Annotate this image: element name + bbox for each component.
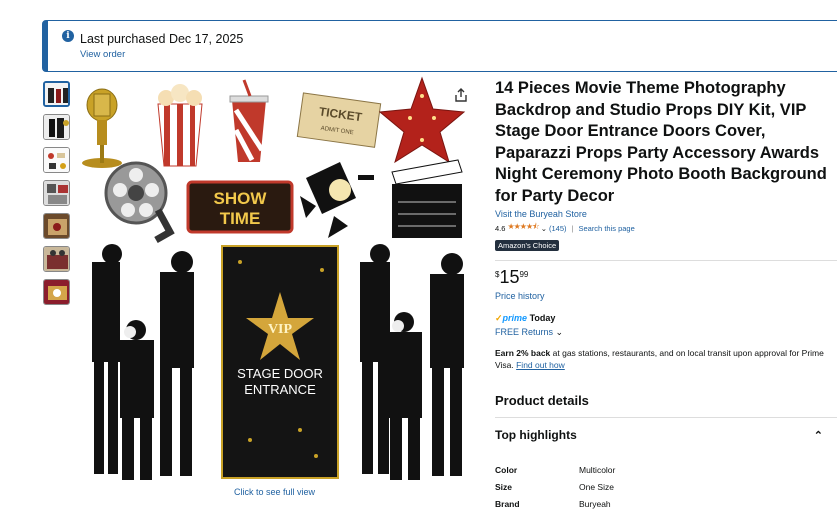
thumbnail-list bbox=[43, 81, 70, 312]
view-order-link[interactable]: View order bbox=[80, 49, 125, 60]
paparazzi-silhouettes-left bbox=[92, 244, 194, 480]
divider bbox=[495, 260, 837, 261]
paparazzi-silhouettes-right bbox=[360, 244, 464, 480]
spec-row: Size One Size bbox=[495, 482, 614, 492]
ticket-image: TICKET ADMIT ONE bbox=[296, 92, 382, 148]
stage-door-image: VIP STAGE DOOR ENTRANCE bbox=[221, 245, 339, 479]
rating-row: 4.6 ★★★★⯪ ⌄ (145) | Search this page bbox=[495, 221, 837, 235]
svg-text:STAGE DOOR: STAGE DOOR bbox=[237, 366, 323, 381]
prime-logo: prime bbox=[502, 313, 528, 323]
chevron-down-icon[interactable]: ⌄ bbox=[541, 224, 547, 233]
thumbnail[interactable] bbox=[43, 246, 70, 272]
spec-row: Color Multicolor bbox=[495, 465, 616, 475]
info-icon: i bbox=[62, 30, 74, 42]
clapperboard-image bbox=[391, 159, 463, 238]
product-details-heading: Product details bbox=[495, 393, 589, 408]
amazons-choice-badge: Amazon's Choice bbox=[495, 240, 560, 251]
spec-row: Brand Buryeah bbox=[495, 499, 611, 509]
last-purchased-text: Last purchased Dec 17, 2025 bbox=[80, 32, 244, 46]
chevron-down-icon: ⌄ bbox=[555, 327, 564, 337]
thumbnail[interactable] bbox=[43, 81, 70, 107]
star-image bbox=[378, 76, 466, 164]
top-highlights-toggle[interactable]: Top highlights ⌃ bbox=[495, 428, 837, 442]
popcorn-image bbox=[157, 84, 203, 167]
prime-day: Today bbox=[529, 313, 556, 323]
prime-visa-offer: Earn 2% back at gas stations, restaurant… bbox=[495, 348, 824, 370]
product-info-panel: 14 Pieces Movie Theme Photography Backdr… bbox=[495, 78, 837, 516]
spotlight-image bbox=[300, 162, 374, 238]
price: $1599 bbox=[495, 267, 529, 287]
product-title: 14 Pieces Movie Theme Photography Backdr… bbox=[495, 79, 827, 205]
rating-count-link[interactable]: (145) bbox=[549, 224, 567, 233]
thumbnail[interactable] bbox=[43, 279, 70, 305]
svg-text:SHOW: SHOW bbox=[214, 189, 268, 208]
thumbnail[interactable] bbox=[43, 213, 70, 239]
rating-stars-icon[interactable]: ★★★★⯪ bbox=[507, 221, 539, 235]
price-history-link[interactable]: Price history bbox=[495, 291, 837, 301]
svg-text:TIME: TIME bbox=[220, 209, 261, 228]
thumbnail[interactable] bbox=[43, 180, 70, 206]
prime-delivery: ✓prime Today bbox=[495, 313, 837, 324]
thumbnail[interactable] bbox=[43, 114, 70, 140]
full-view-link[interactable]: Click to see full view bbox=[234, 487, 315, 497]
show-time-sign-image: SHOW TIME bbox=[186, 180, 294, 234]
purchase-banner: i Last purchased Dec 17, 2025 View order bbox=[42, 20, 837, 72]
svg-text:VIP: VIP bbox=[268, 322, 293, 337]
free-returns-link[interactable]: FREE Returns ⌄ bbox=[495, 327, 837, 338]
share-icon[interactable] bbox=[454, 88, 468, 107]
divider bbox=[495, 417, 837, 418]
cup-image bbox=[229, 79, 269, 162]
film-reel-image bbox=[104, 161, 175, 244]
find-out-how-link[interactable]: Find out how bbox=[516, 360, 565, 370]
check-icon: ✓ bbox=[495, 313, 503, 323]
spec-table: Color Multicolor Size One Size Brand Buryea… bbox=[495, 465, 837, 516]
chevron-up-icon[interactable]: ⌃ bbox=[814, 429, 823, 442]
product-main-image[interactable]: TICKET ADMIT ONE SHOW TIME VIP STAGE DOO… bbox=[76, 76, 476, 486]
microphone-image bbox=[82, 88, 122, 168]
thumbnail[interactable] bbox=[43, 147, 70, 173]
svg-text:ENTRANCE: ENTRANCE bbox=[244, 382, 316, 397]
store-link[interactable]: Visit the Buryeah Store bbox=[495, 209, 837, 219]
search-page-link[interactable]: Search this page bbox=[578, 224, 634, 233]
rating-value: 4.6 bbox=[495, 223, 506, 233]
